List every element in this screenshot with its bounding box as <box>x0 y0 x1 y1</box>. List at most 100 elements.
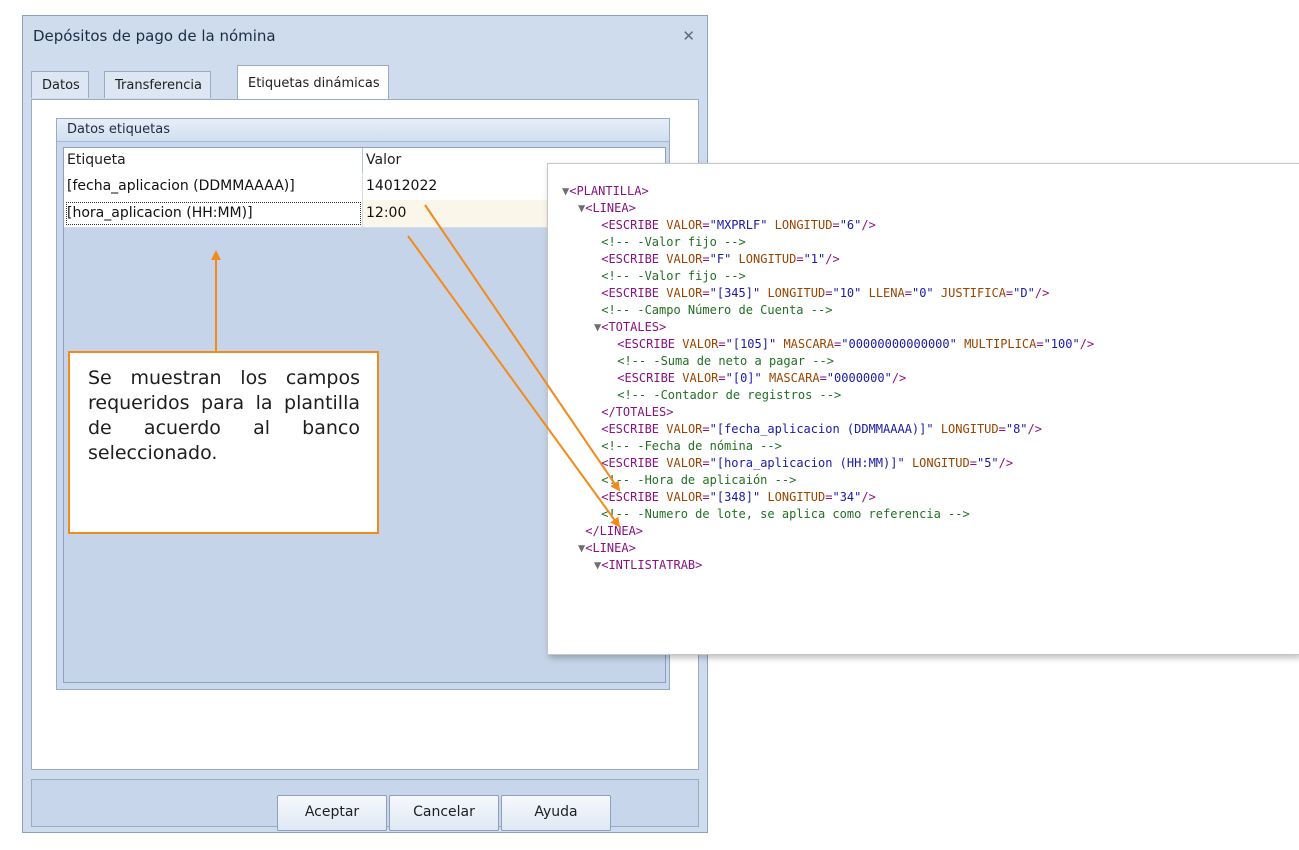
xml-token: <ESCRIBE <box>601 286 667 300</box>
xml-token: VALOR <box>666 286 703 300</box>
xml-token: "10" <box>832 286 862 300</box>
xml-token: LONGITUD <box>774 218 833 232</box>
xml-token: "1" <box>803 252 826 266</box>
xml-line: <!-- -Hora de aplicaión --> <box>594 472 796 489</box>
xml-token: <ESCRIBE <box>601 422 667 436</box>
xml-token: <!-- -Suma de neto a pagar --> <box>617 354 834 368</box>
close-icon[interactable]: ✕ <box>682 27 695 45</box>
xml-line: <ESCRIBE VALOR="[fecha_aplicacion (DDMMA… <box>594 421 1042 438</box>
xml-token: = <box>718 371 726 385</box>
xml-token: "[348]" <box>709 490 761 504</box>
xml-line: ▼<TOTALES> <box>594 319 666 336</box>
xml-token: "[0]" <box>725 371 762 385</box>
xml-line: <ESCRIBE VALOR="MXPRLF" LONGITUD="6"/> <box>594 217 876 234</box>
xml-token: <TOTALES> <box>601 320 667 334</box>
xml-token: VALOR <box>682 337 719 351</box>
cell-etiqueta[interactable]: [hora_aplicacion (HH:MM)] <box>64 200 363 227</box>
xml-token: /> <box>1079 337 1095 351</box>
xml-token: <!-- -Fecha de nómina --> <box>601 439 782 453</box>
xml-token: LLENA <box>868 286 905 300</box>
xml-token: = <box>702 286 710 300</box>
xml-token <box>762 371 769 385</box>
xml-token: <ESCRIBE <box>601 218 667 232</box>
xml-token: "MXPRLF" <box>709 218 768 232</box>
xml-token: <!-- -Valor fijo --> <box>601 235 746 249</box>
xml-token: = <box>702 252 710 266</box>
xml-token: <!-- -Hora de aplicaión --> <box>601 473 797 487</box>
xml-token: "0" <box>911 286 934 300</box>
xml-token: LONGITUD <box>767 490 826 504</box>
xml-token: "[fecha_aplicacion (DDMMAAAA)]" <box>709 422 934 436</box>
xml-line: ▼<LINEA> <box>578 540 636 557</box>
xml-token: "0000000" <box>826 371 892 385</box>
xml-line: <!-- -Valor fijo --> <box>594 268 746 285</box>
tab-transferencia[interactable]: Transferencia <box>104 71 211 98</box>
xml-token: <ESCRIBE <box>601 456 667 470</box>
xml-line: </LINEA> <box>578 523 643 540</box>
xml-token: "6" <box>839 218 862 232</box>
xml-token: = <box>1036 337 1044 351</box>
xml-token: MASCARA <box>768 371 820 385</box>
tab-etiquetas-dinamicas[interactable]: Etiquetas dinámicas <box>237 65 389 99</box>
column-header-etiqueta[interactable]: Etiqueta <box>64 148 363 173</box>
xml-line: <!-- -Suma de neto a pagar --> <box>610 353 834 370</box>
xml-token: /> <box>861 490 876 504</box>
xml-token: "5" <box>976 456 999 470</box>
xml-token: <ESCRIBE <box>617 337 683 351</box>
xml-token: /> <box>1027 422 1042 436</box>
xml-token: <ESCRIBE <box>617 371 683 385</box>
xml-token: "[105]" <box>725 337 777 351</box>
xml-token: VALOR <box>666 456 703 470</box>
xml-token <box>731 252 738 266</box>
xml-line: ▼<PLANTILLA> <box>562 183 649 200</box>
group-header: Datos etiquetas <box>57 119 669 142</box>
xml-token: = <box>796 252 804 266</box>
xml-token: <LINEA> <box>585 201 636 215</box>
xml-token: VALOR <box>666 422 703 436</box>
xml-token <box>905 456 912 470</box>
callout-text: Se muestran los campos requeridos para l… <box>88 367 360 464</box>
xml-token: /> <box>891 371 907 385</box>
xml-token: <INTLISTATRAB> <box>601 558 703 572</box>
ayuda-button[interactable]: Ayuda <box>501 795 611 831</box>
xml-token: MULTIPLICA <box>964 337 1037 351</box>
xml-token: /> <box>1034 286 1050 300</box>
cancelar-button[interactable]: Cancelar <box>389 795 499 831</box>
xml-token: "[345]" <box>709 286 761 300</box>
xml-token: = <box>998 422 1006 436</box>
xml-token <box>934 286 941 300</box>
xml-token: "[hora_aplicacion (HH:MM)]" <box>709 456 905 470</box>
tab-datos[interactable]: Datos <box>31 71 89 98</box>
xml-line: <ESCRIBE VALOR="[345]" LONGITUD="10" LLE… <box>594 285 1049 302</box>
xml-token: <!-- -Contador de registros --> <box>617 388 842 402</box>
button-bar: Aceptar Cancelar Ayuda <box>31 779 699 831</box>
xml-token: <!-- -Valor fijo --> <box>601 269 746 283</box>
xml-token <box>957 337 964 351</box>
xml-line: <ESCRIBE VALOR="[0]" MASCARA="0000000"/> <box>610 370 906 387</box>
xml-line: <!-- -Fecha de nómina --> <box>594 438 782 455</box>
xml-token: <LINEA> <box>585 541 636 555</box>
xml-token: = <box>819 371 827 385</box>
xml-line: ▼<INTLISTATRAB> <box>594 557 702 574</box>
annotation-callout: Se muestran los campos requeridos para l… <box>68 351 379 534</box>
title-bar: Depósitos de pago de la nómina ✕ <box>23 16 707 58</box>
xml-token: </TOTALES> <box>601 405 674 419</box>
xml-token: "34" <box>832 490 862 504</box>
xml-line: </TOTALES> <box>594 404 673 421</box>
xml-token: = <box>702 456 710 470</box>
xml-token: "8" <box>1005 422 1028 436</box>
xml-template-viewer: ▼<PLANTILLA> ▼<LINEA> <ESCRIBE VALOR="MXP… <box>547 163 1299 655</box>
xml-token: = <box>702 422 710 436</box>
xml-token: /> <box>861 218 876 232</box>
xml-token: = <box>904 286 912 300</box>
aceptar-button[interactable]: Aceptar <box>277 795 387 831</box>
xml-token <box>934 422 941 436</box>
dialog-title: Depósitos de pago de la nómina <box>33 27 276 45</box>
xml-token: <ESCRIBE <box>601 490 667 504</box>
xml-line: <!-- -Valor fijo --> <box>594 234 746 251</box>
xml-token: LONGITUD <box>767 286 826 300</box>
xml-token: "100" <box>1043 337 1080 351</box>
xml-token: "00000000000000" <box>841 337 957 351</box>
xml-token: <ESCRIBE <box>601 252 667 266</box>
cell-etiqueta[interactable]: [fecha_aplicacion (DDMMAAAA)] <box>64 173 363 200</box>
